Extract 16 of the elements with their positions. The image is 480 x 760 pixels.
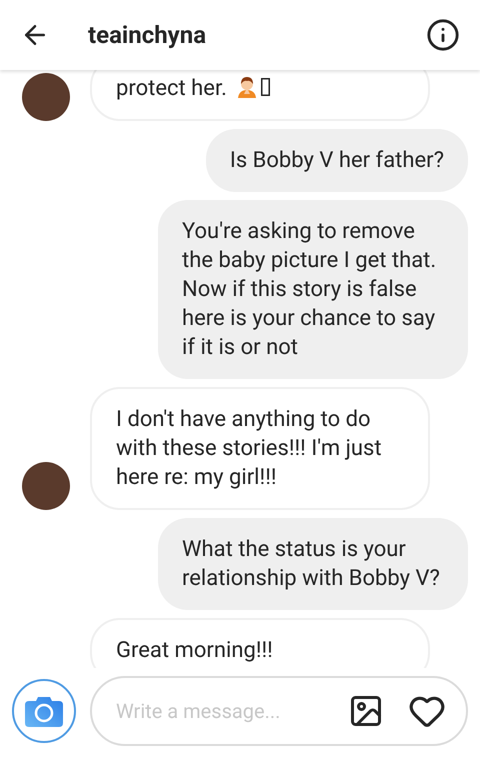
camera-icon bbox=[25, 695, 63, 727]
chat-title: teainchyna bbox=[88, 20, 208, 51]
message-text: Is Bobby V her father? bbox=[230, 148, 444, 173]
missing-glyph-icon bbox=[260, 78, 270, 96]
message-text: protect her. bbox=[116, 76, 227, 101]
avatar[interactable] bbox=[22, 73, 70, 121]
message-text: You're asking to remove the baby picture I get that. Now if this story is false here is your chance to say if it is or not bbox=[182, 219, 436, 360]
info-icon[interactable] bbox=[426, 18, 460, 52]
avatar[interactable] bbox=[22, 462, 70, 510]
message-field[interactable]: Write a message... bbox=[116, 696, 340, 726]
camera-button[interactable] bbox=[12, 679, 76, 743]
message-text: I don't have anything to do with these stories!!! I'm just here re: my girl!!! bbox=[116, 407, 382, 490]
image-icon[interactable] bbox=[348, 693, 384, 729]
message-input[interactable]: Write a message... bbox=[90, 676, 468, 746]
message-text: Great morning!!! bbox=[116, 638, 273, 663]
message-text: What the status is your relationship with Bobby V? bbox=[182, 537, 440, 591]
